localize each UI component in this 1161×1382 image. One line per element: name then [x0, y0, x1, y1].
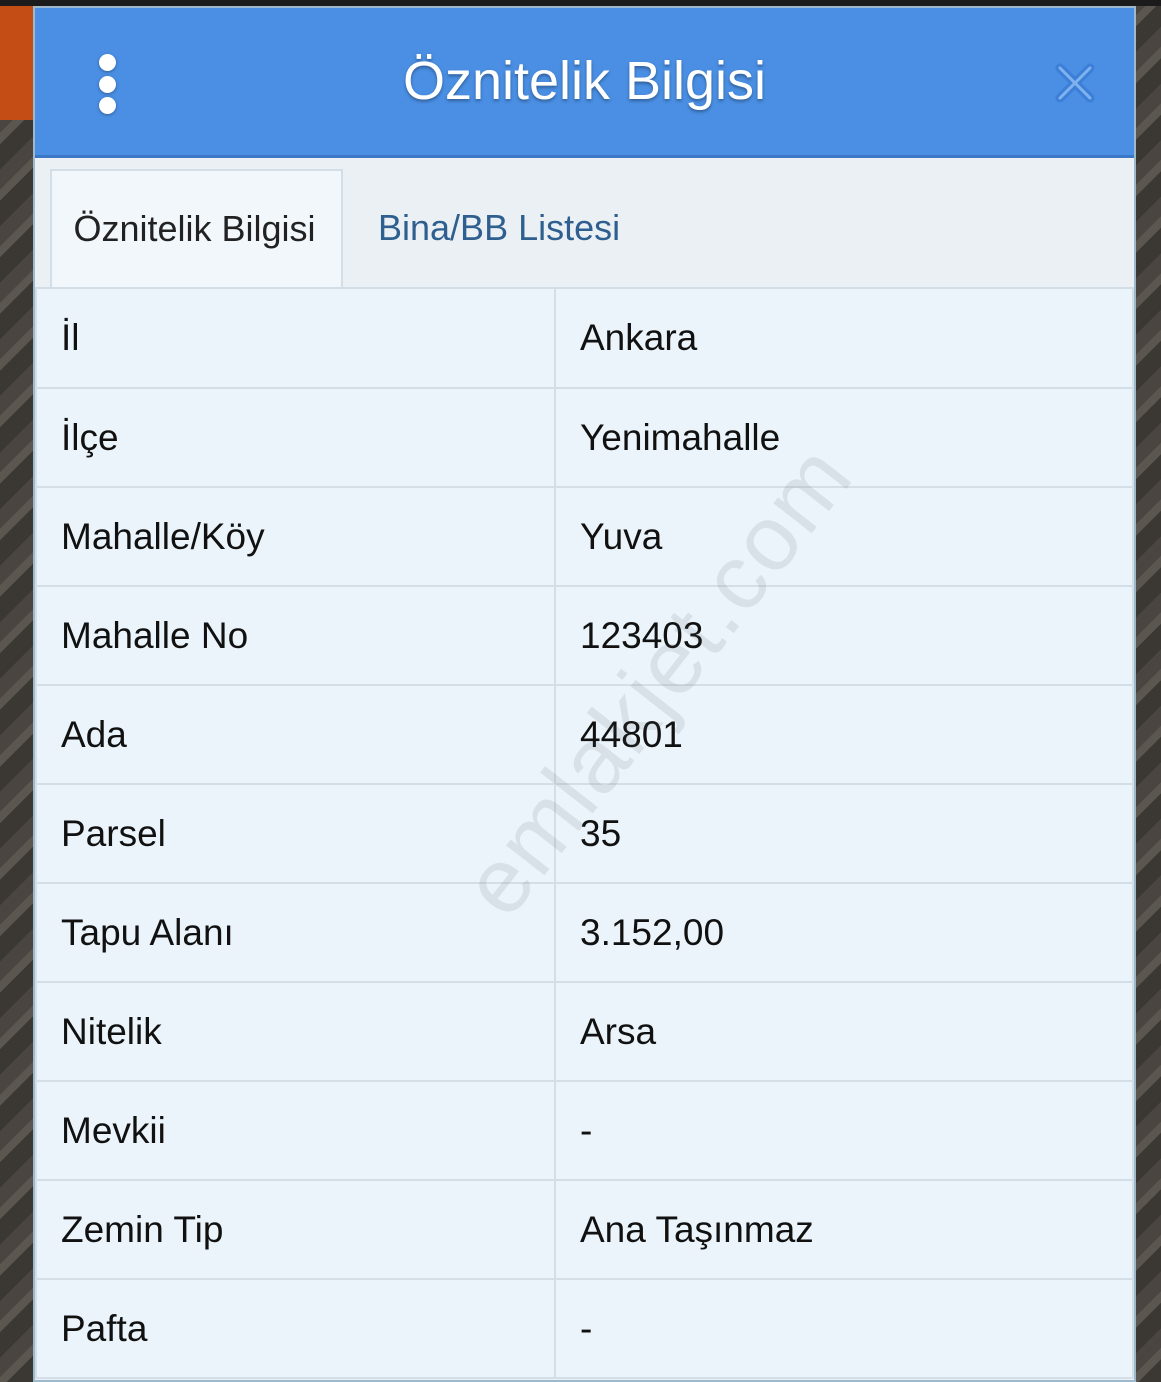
attribute-value: Yenimahalle — [554, 387, 1134, 488]
table-row: Mahalle No 123403 — [35, 585, 1134, 686]
attribute-value: Ana Taşınmaz — [554, 1179, 1134, 1280]
attribute-key: Pafta — [35, 1278, 556, 1379]
close-icon[interactable] — [1052, 60, 1098, 106]
table-row: Zemin Tip Ana Taşınmaz — [35, 1179, 1134, 1280]
table-row: Mahalle/Köy Yuva — [35, 486, 1134, 587]
attribute-panel: Öznitelik Bilgisi Öznitelik Bilgisi Bina… — [33, 6, 1136, 1382]
table-row: Pafta - — [35, 1278, 1134, 1379]
attribute-key: İlçe — [35, 387, 556, 488]
attribute-value: 123403 — [554, 585, 1134, 686]
attribute-key: Mevkii — [35, 1080, 556, 1181]
attribute-value: - — [554, 1278, 1134, 1379]
attribute-key: Ada — [35, 684, 556, 785]
attribute-table: İl Ankara İlçe Yenimahalle Mahalle/Köy Yuva Ma… — [35, 289, 1134, 1379]
attribute-value: Arsa — [554, 981, 1134, 1082]
table-row: Parsel 35 — [35, 783, 1134, 884]
attribute-key: Zemin Tip — [35, 1179, 556, 1280]
table-row: İlçe Yenimahalle — [35, 387, 1134, 488]
table-row: Tapu Alanı 3.152,00 — [35, 882, 1134, 983]
panel-title: Öznitelik Bilgisi — [402, 51, 767, 111]
tab-bar: Öznitelik Bilgisi Bina/BB Listesi — [35, 158, 1134, 289]
table-row: Nitelik Arsa — [35, 981, 1134, 1082]
attribute-key: Tapu Alanı — [35, 882, 556, 983]
table-row: İl Ankara — [35, 289, 1134, 389]
attribute-key: Mahalle/Köy — [35, 486, 556, 587]
tab-attribute-info[interactable]: Öznitelik Bilgisi — [50, 169, 343, 287]
attribute-value: 3.152,00 — [554, 882, 1134, 983]
attribute-value: 44801 — [554, 684, 1134, 785]
attribute-key: Nitelik — [35, 981, 556, 1082]
panel-header: Öznitelik Bilgisi — [35, 8, 1134, 158]
attribute-key: Parsel — [35, 783, 556, 884]
attribute-key: İl — [35, 289, 556, 389]
tab-building-list[interactable]: Bina/BB Listesi — [378, 169, 620, 287]
attribute-key: Mahalle No — [35, 585, 556, 686]
table-row: Ada 44801 — [35, 684, 1134, 785]
attribute-value: - — [554, 1080, 1134, 1181]
attribute-value: Ankara — [554, 289, 1134, 389]
attribute-value: 35 — [554, 783, 1134, 884]
attribute-value: Yuva — [554, 486, 1134, 587]
table-row: Mevkii - — [35, 1080, 1134, 1181]
